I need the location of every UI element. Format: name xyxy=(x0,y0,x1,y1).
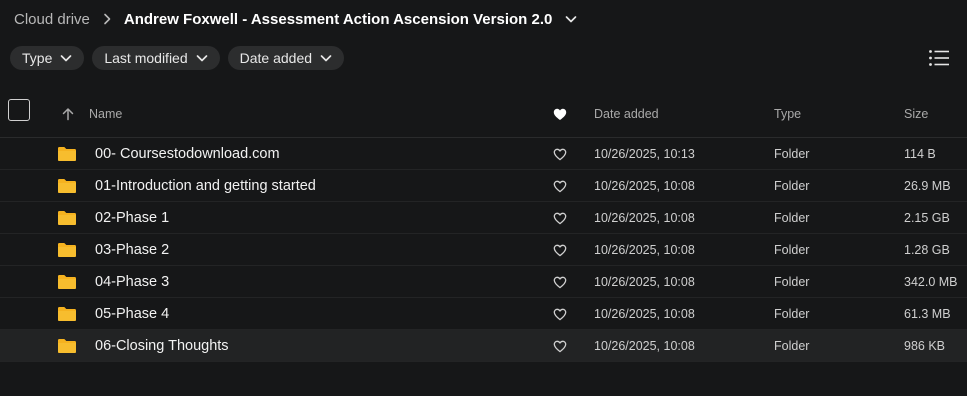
table-row[interactable]: 01-Introduction and getting started 10/2… xyxy=(0,170,967,202)
breadcrumb-current-folder[interactable]: Andrew Foxwell - Assessment Action Ascen… xyxy=(124,11,552,28)
row-date-added: 10/26/2025, 10:08 xyxy=(594,179,695,193)
row-date-added: 10/26/2025, 10:08 xyxy=(594,275,695,289)
row-type: Folder xyxy=(774,275,810,289)
chevron-down-icon xyxy=(196,55,207,62)
heart-outline-icon[interactable] xyxy=(553,202,567,234)
chevron-down-icon[interactable] xyxy=(564,12,578,26)
column-header-name[interactable]: Name xyxy=(89,90,122,138)
arrow-up-icon[interactable] xyxy=(62,90,74,138)
row-date-added: 10/26/2025, 10:08 xyxy=(594,307,695,321)
folder-icon xyxy=(57,170,77,202)
folder-icon xyxy=(57,330,77,362)
chevron-down-icon xyxy=(320,55,332,62)
table-row[interactable]: 00- Coursestodownload.com 10/26/2025, 10… xyxy=(0,138,967,170)
row-size: 986 KB xyxy=(904,339,946,353)
row-size: 2.15 GB xyxy=(904,211,950,225)
last-modified-filter-label: Last modified xyxy=(104,50,188,66)
row-name: 03-Phase 2 xyxy=(95,242,170,258)
column-header-date-added[interactable]: Date added xyxy=(594,90,659,138)
column-header-type[interactable]: Type xyxy=(774,90,801,138)
folder-icon xyxy=(57,138,77,170)
folder-icon xyxy=(57,234,77,266)
heart-outline-icon[interactable] xyxy=(553,170,567,202)
row-type: Folder xyxy=(774,339,810,353)
row-name: 05-Phase 4 xyxy=(95,306,170,322)
folder-icon xyxy=(57,298,77,330)
list-view-icon[interactable] xyxy=(928,48,950,68)
row-type: Folder xyxy=(774,147,810,161)
heart-outline-icon[interactable] xyxy=(553,138,567,170)
row-name: 01-Introduction and getting started xyxy=(95,178,316,194)
row-type: Folder xyxy=(774,307,810,321)
table-row[interactable]: 04-Phase 3 10/26/2025, 10:08 Folder 342.… xyxy=(0,266,967,298)
row-size: 26.9 MB xyxy=(904,179,951,193)
table-header: Name Date added Type Size xyxy=(0,90,967,138)
chevron-down-icon xyxy=(61,55,72,62)
row-type: Folder xyxy=(774,243,810,257)
heart-outline-icon[interactable] xyxy=(553,266,567,298)
heart-outline-icon[interactable] xyxy=(553,330,567,362)
row-size: 1.28 GB xyxy=(904,243,950,257)
heart-filled-icon[interactable] xyxy=(553,90,567,138)
folder-icon xyxy=(57,266,77,298)
row-name: 04-Phase 3 xyxy=(95,274,170,290)
row-date-added: 10/26/2025, 10:08 xyxy=(594,243,695,257)
breadcrumb: Cloud drive Andrew Foxwell - Assessment … xyxy=(14,8,578,30)
date-added-filter-button[interactable]: Date added xyxy=(227,46,345,70)
row-size: 342.0 MB xyxy=(904,275,958,289)
breadcrumb-root[interactable]: Cloud drive xyxy=(14,11,90,28)
row-date-added: 10/26/2025, 10:08 xyxy=(594,211,695,225)
table-body: 00- Coursestodownload.com 10/26/2025, 10… xyxy=(0,138,967,362)
table-row[interactable]: 05-Phase 4 10/26/2025, 10:08 Folder 61.3… xyxy=(0,298,967,330)
filter-bar: Type Last modified Date added xyxy=(10,46,345,70)
date-added-filter-label: Date added xyxy=(239,50,313,66)
chevron-right-icon xyxy=(100,12,114,26)
row-date-added: 10/26/2025, 10:08 xyxy=(594,339,695,353)
row-name: 00- Coursestodownload.com xyxy=(95,146,280,162)
table-row[interactable]: 02-Phase 1 10/26/2025, 10:08 Folder 2.15… xyxy=(0,202,967,234)
row-date-added: 10/26/2025, 10:13 xyxy=(594,147,695,161)
row-name: 06-Closing Thoughts xyxy=(95,338,229,354)
last-modified-filter-button[interactable]: Last modified xyxy=(92,46,220,70)
heart-outline-icon[interactable] xyxy=(553,298,567,330)
row-type: Folder xyxy=(774,179,810,193)
select-all-checkbox[interactable] xyxy=(8,99,30,121)
table-row[interactable]: 03-Phase 2 10/26/2025, 10:08 Folder 1.28… xyxy=(0,234,967,266)
row-size: 61.3 MB xyxy=(904,307,951,321)
type-filter-label: Type xyxy=(22,50,53,66)
row-size: 114 B xyxy=(904,147,936,161)
row-type: Folder xyxy=(774,211,810,225)
table-row[interactable]: 06-Closing Thoughts 10/26/2025, 10:08 Fo… xyxy=(0,330,967,362)
heart-outline-icon[interactable] xyxy=(553,234,567,266)
row-name: 02-Phase 1 xyxy=(95,210,170,226)
column-header-size[interactable]: Size xyxy=(904,90,928,138)
type-filter-button[interactable]: Type xyxy=(10,46,85,70)
folder-icon xyxy=(57,202,77,234)
file-table: Name Date added Type Size 00- Coursestod… xyxy=(0,90,967,362)
